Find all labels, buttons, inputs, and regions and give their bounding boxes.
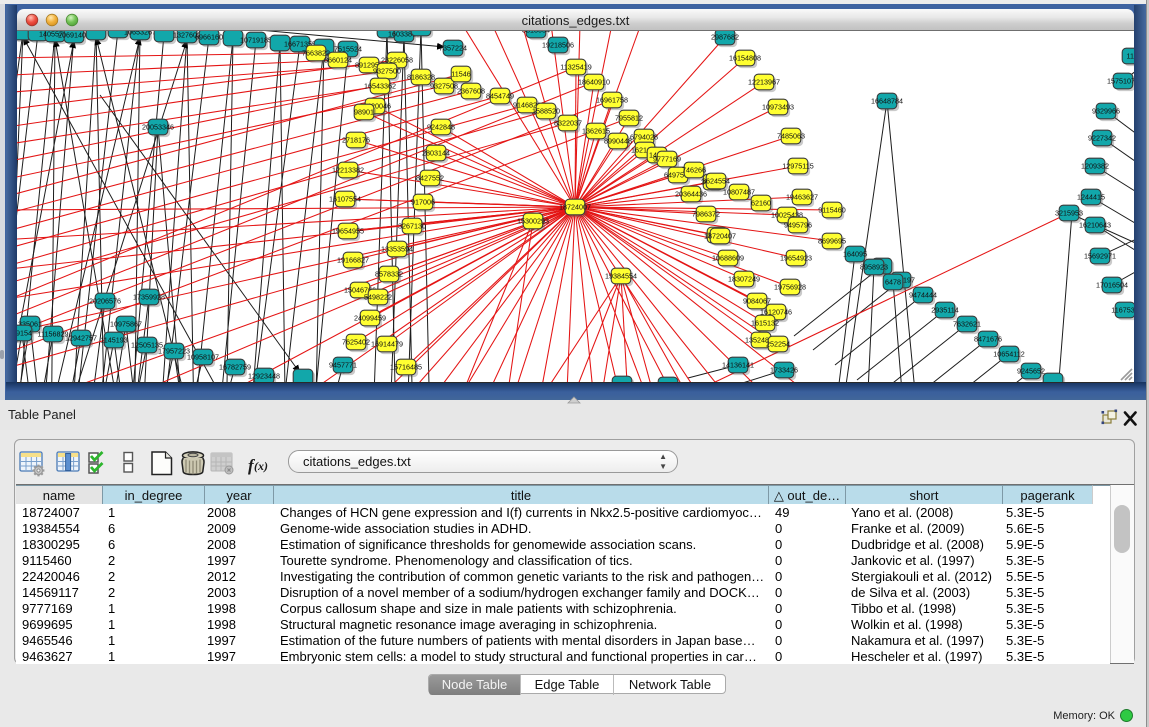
- svg-text:(x): (x): [254, 459, 268, 473]
